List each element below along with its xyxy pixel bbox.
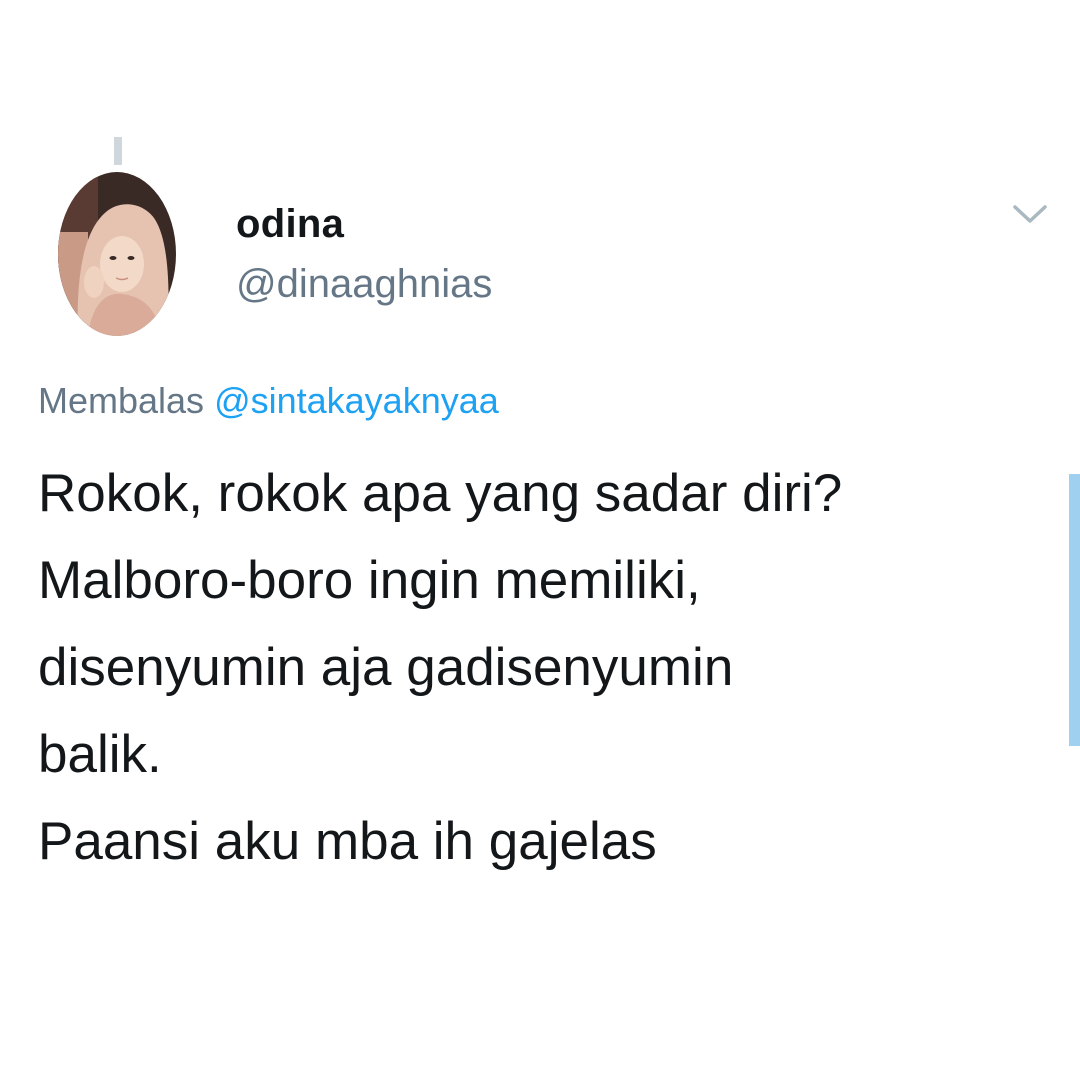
thread-connector-line — [114, 137, 122, 165]
user-handle[interactable]: @dinaaghnias — [236, 262, 492, 307]
reply-prefix: Membalas — [38, 380, 215, 421]
chevron-down-icon[interactable] — [1012, 202, 1048, 226]
profile-photo — [58, 172, 176, 336]
tweet-text: Rokok, rokok apa yang sadar diri? Malbor… — [38, 464, 843, 871]
reply-mention-link[interactable]: @sintakayaknyaa — [214, 380, 499, 421]
scroll-indicator[interactable] — [1069, 474, 1080, 746]
reply-context: Membalas @sintakayaknyaa — [38, 380, 499, 422]
tweet-card: odina @dinaaghnias Membalas @sintakayakn… — [0, 0, 1080, 1080]
display-name[interactable]: odina — [236, 202, 344, 247]
avatar[interactable] — [58, 172, 176, 336]
